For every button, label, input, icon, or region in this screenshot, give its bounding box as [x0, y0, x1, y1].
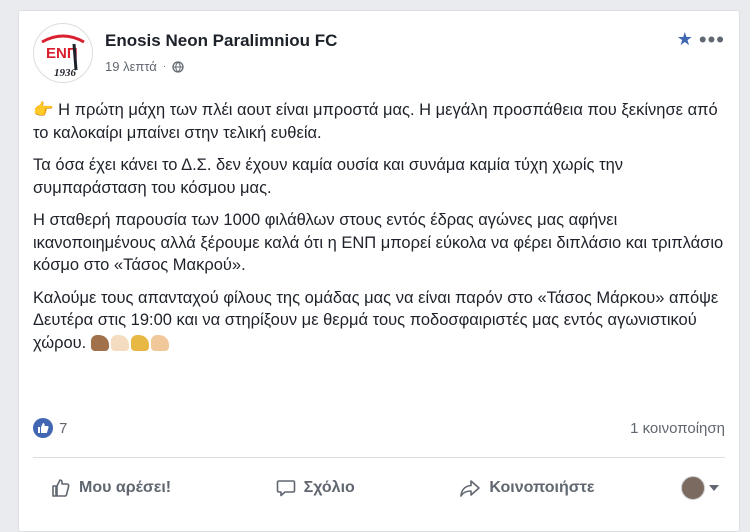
header-actions: ★ ••• — [677, 28, 725, 50]
share-label: Κοινοποιήστε — [489, 479, 595, 496]
user-avatar — [681, 476, 705, 500]
comment-button[interactable]: Σχόλιο — [258, 474, 373, 502]
post-meta: 19 λεπτά · — [105, 59, 184, 74]
chevron-down-icon — [709, 485, 719, 491]
globe-icon[interactable] — [172, 60, 184, 73]
share-button[interactable]: Κοινοποιήστε — [441, 474, 612, 502]
post-card: ENΠ 1936 Enosis Neon Paralimniou FC 19 λ… — [18, 10, 740, 532]
muscle-emoji-4 — [150, 335, 169, 352]
post-stats: 7 1 κοινοποίηση — [33, 415, 725, 441]
like-reaction-icon — [33, 418, 53, 438]
reaction-summary[interactable]: 7 — [33, 418, 67, 438]
page-logo: ENΠ 1936 — [35, 25, 91, 81]
post-actions: Μου αρέσει! Σχόλιο Κοινοποιήστε — [33, 471, 725, 505]
thumbs-up-icon — [52, 479, 70, 497]
post-header: ENΠ 1936 Enosis Neon Paralimniou FC 19 λ… — [33, 23, 725, 85]
star-icon[interactable]: ★ — [677, 29, 693, 50]
like-button[interactable]: Μου αρέσει! — [33, 474, 189, 502]
post-paragraph-3: Η σταθερή παρουσία των 1000 φιλάθλων στο… — [33, 211, 724, 274]
muscle-emoji-1 — [90, 335, 109, 352]
muscle-emoji-2 — [110, 335, 129, 352]
muscle-emoji-3 — [130, 335, 149, 352]
comment-label: Σχόλιο — [303, 479, 355, 496]
share-count[interactable]: 1 κοινοποίηση — [630, 420, 725, 437]
logo-year: 1936 — [54, 67, 77, 79]
share-arrow-icon — [460, 480, 481, 497]
post-paragraph-1: 👉 Η πρώτη μάχη των πλέι αουτ είναι μπροσ… — [33, 101, 718, 142]
like-count: 7 — [59, 419, 68, 437]
post-as-selector[interactable] — [681, 476, 725, 500]
more-options-icon[interactable]: ••• — [699, 28, 725, 50]
separator-dot: · — [162, 61, 167, 72]
comment-icon — [276, 480, 295, 497]
like-label: Μου αρέσει! — [79, 479, 172, 496]
divider — [33, 457, 725, 458]
post-body: 👉 Η πρώτη μάχη των πλέι αουτ είναι μπροσ… — [33, 99, 725, 364]
muscle-emojis — [90, 335, 169, 352]
pointing-hand-emoji: 👉 — [33, 101, 54, 119]
post-paragraph-4: Καλούμε τους απανταχού φίλους της ομάδας… — [33, 288, 719, 352]
page-name-link[interactable]: Enosis Neon Paralimniou FC — [105, 31, 337, 51]
page-avatar[interactable]: ENΠ 1936 — [33, 23, 93, 83]
post-paragraph-2: Τα όσα έχει κάνει το Δ.Σ. δεν έχουν καμί… — [33, 156, 624, 197]
post-timestamp[interactable]: 19 λεπτά — [105, 59, 157, 74]
